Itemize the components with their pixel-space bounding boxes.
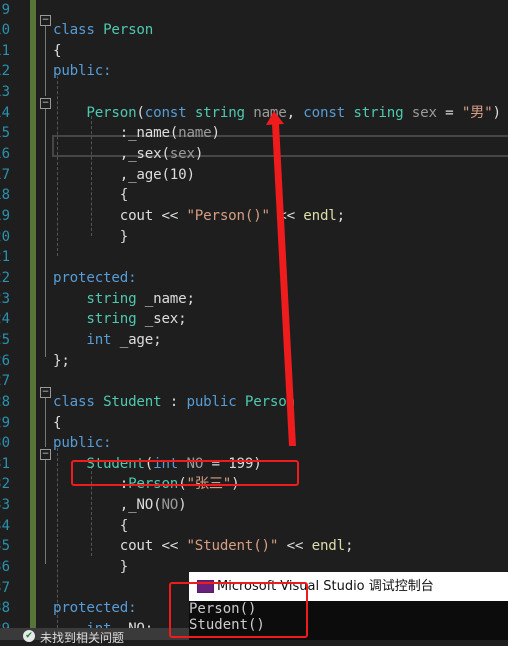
arrow-head xyxy=(266,111,284,125)
arrow-shaft xyxy=(272,124,296,446)
annotation-arrow xyxy=(266,111,296,446)
